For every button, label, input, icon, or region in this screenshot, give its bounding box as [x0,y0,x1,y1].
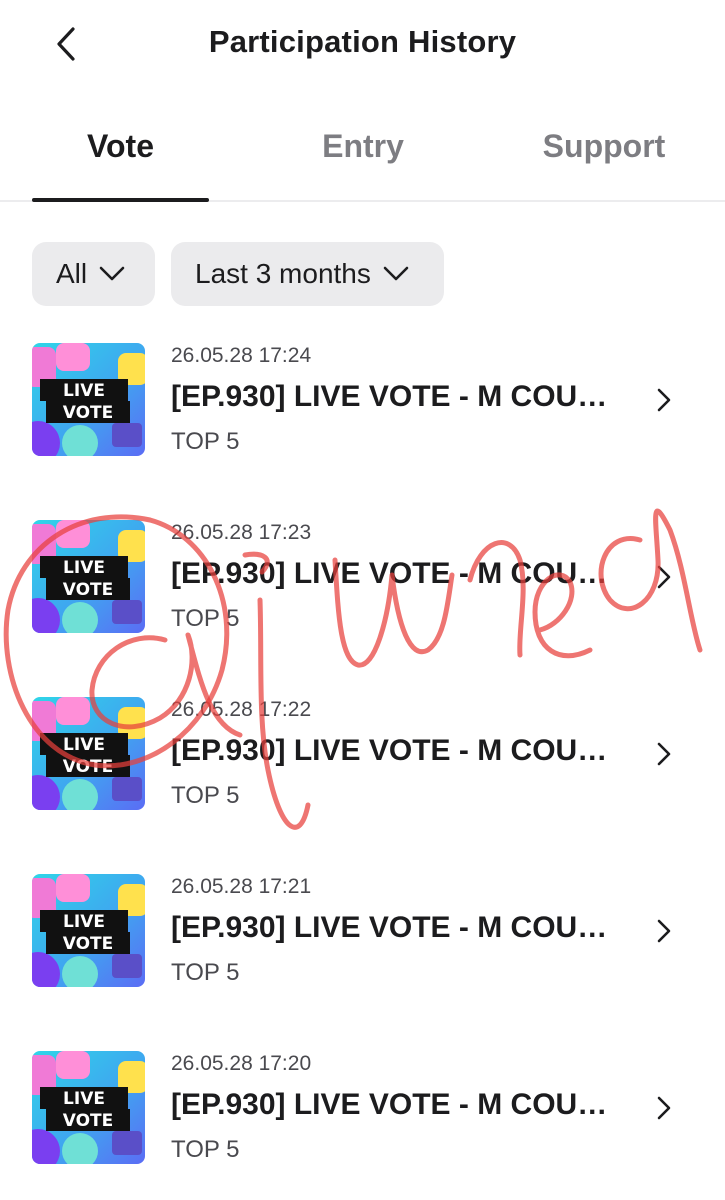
thumbnail-line2: VOTE [63,580,114,600]
thumbnail-line2: VOTE [63,1111,114,1131]
tab-vote[interactable]: Vote [32,128,209,165]
history-date: 26.05.28 17:24 [171,344,312,367]
history-title: [EP.930] LIVE VOTE - M COUNTDOWN TOP 5 [171,911,621,944]
type-filter-dropdown[interactable]: All [32,242,155,306]
history-list-item[interactable]: LIVE VOTE 26.05.28 17:20 [EP.930] LIVE V… [0,1038,725,1178]
history-title: [EP.930] LIVE VOTE - M COUNTDOWN TOP 5 [171,557,621,590]
history-date: 26.05.28 17:22 [171,698,312,721]
history-list-item[interactable]: LIVE VOTE 26.05.28 17:21 [EP.930] LIVE V… [0,861,725,1001]
thumbnail-line2: VOTE [63,757,114,777]
chevron-down-icon [99,266,125,281]
thumbnail-line1: LIVE [63,381,105,401]
page-title: Participation History [208,24,517,59]
live-vote-thumbnail: LIVE VOTE [32,874,145,987]
live-vote-thumbnail: LIVE VOTE [32,343,145,456]
history-subtitle: TOP 5 [171,959,240,986]
tab-entry[interactable]: Entry [282,128,444,165]
history-date: 26.05.28 17:20 [171,1052,312,1075]
period-filter-dropdown[interactable]: Last 3 months [171,242,444,306]
type-filter-label: All [56,258,88,289]
thumbnail-line1: LIVE [63,735,105,755]
app-header: Participation History [0,0,725,90]
thumbnail-line2: VOTE [63,403,114,423]
live-vote-thumbnail: LIVE VOTE [32,520,145,633]
history-date: 26.05.28 17:21 [171,875,312,898]
history-subtitle: TOP 5 [171,1136,240,1163]
history-title: [EP.930] LIVE VOTE - M COUNTDOWN TOP 5 [171,1088,621,1121]
thumbnail-line2: VOTE [63,934,114,954]
chevron-right-icon [657,919,671,943]
active-tab-indicator [32,198,209,202]
thumbnail-line1: LIVE [63,558,105,578]
history-date: 26.05.28 17:23 [171,521,312,544]
live-vote-thumbnail: LIVE VOTE [32,1051,145,1164]
history-subtitle: TOP 5 [171,782,240,809]
history-list-item[interactable]: LIVE VOTE 26.05.28 17:22 [EP.930] LIVE V… [0,684,725,824]
live-vote-thumbnail: LIVE VOTE [32,697,145,810]
history-list-item[interactable]: LIVE VOTE 26.05.28 17:23 [EP.930] LIVE V… [0,507,725,647]
chevron-right-icon [657,742,671,766]
chevron-right-icon [657,388,671,412]
history-list-item[interactable]: LIVE VOTE 26.05.28 17:24 [EP.930] LIVE V… [0,330,725,470]
thumbnail-line1: LIVE [63,1089,105,1109]
history-title: [EP.930] LIVE VOTE - M COUNTDOWN TOP 5 [171,380,621,413]
history-subtitle: TOP 5 [171,428,240,455]
chevron-down-icon [383,266,409,281]
thumbnail-line1: LIVE [63,912,105,932]
history-title: [EP.930] LIVE VOTE - M COUNTDOWN TOP 5 [171,734,621,767]
tab-support[interactable]: Support [520,128,688,165]
chevron-right-icon [657,565,671,589]
history-subtitle: TOP 5 [171,605,240,632]
chevron-right-icon [657,1096,671,1120]
tab-bar: Vote Entry Support [0,100,725,202]
period-filter-label: Last 3 months [195,258,371,289]
